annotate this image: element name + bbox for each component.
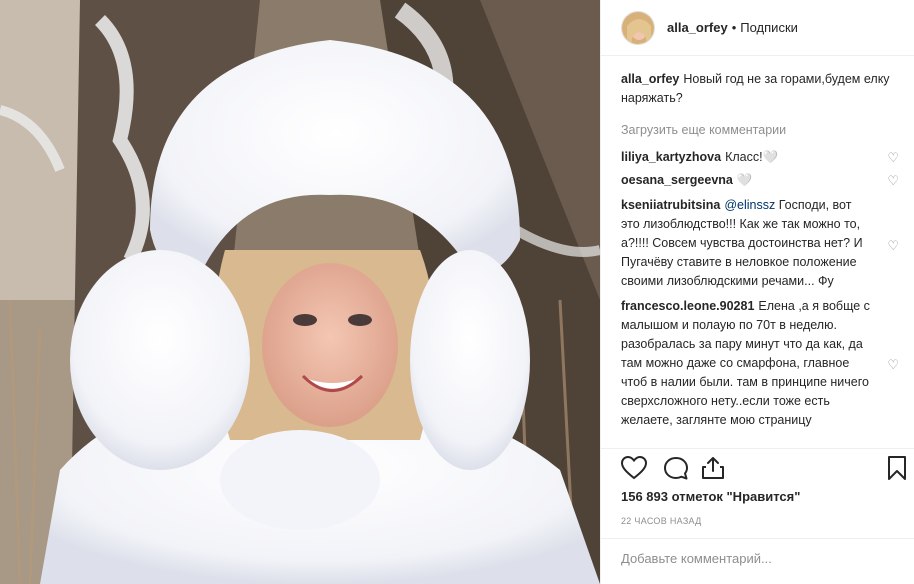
comment-item: francesco.leone.90281 Елена ,а я вобще с … bbox=[621, 297, 899, 430]
comment-text: Елена ,а я вобще с малышом и полаую по 7… bbox=[621, 299, 870, 427]
like-comment-heart-icon[interactable]: ♡ bbox=[887, 148, 899, 167]
follow-status-button[interactable]: Подписки bbox=[740, 20, 798, 35]
comment-username[interactable]: francesco.leone.90281 bbox=[621, 299, 754, 313]
comment-item: oesana_sergeevna 🤍 ♡ bbox=[621, 171, 899, 190]
comment-text: 🤍 bbox=[736, 173, 753, 187]
likes-count[interactable]: 156 893 отметок "Нравится" bbox=[621, 489, 800, 504]
avatar-image bbox=[622, 11, 654, 44]
caption-username[interactable]: alla_orfey bbox=[621, 72, 679, 86]
comment-text: Класс!🤍 bbox=[725, 150, 779, 164]
comment-item: kseniiatrubitsina @elinssz Господи, вот э… bbox=[621, 196, 899, 291]
like-comment-heart-icon[interactable]: ♡ bbox=[887, 236, 899, 255]
header-username[interactable]: alla_orfey bbox=[667, 20, 728, 35]
like-comment-heart-icon[interactable]: ♡ bbox=[887, 171, 899, 190]
header-separator: • bbox=[731, 20, 737, 35]
post-sidebar: alla_orfey • Подписки alla_orfey Новый го… bbox=[600, 0, 914, 584]
comment-mention[interactable]: @elinssz bbox=[724, 198, 775, 212]
comment-username[interactable]: oesana_sergeevna bbox=[621, 173, 733, 187]
bookmark-icon[interactable] bbox=[887, 456, 907, 485]
comment-icon[interactable] bbox=[663, 456, 689, 485]
comment-item: liliya_kartyzhova Класс!🤍 ♡ bbox=[621, 148, 899, 167]
divider bbox=[601, 448, 914, 449]
comment-username[interactable]: kseniiatrubitsina bbox=[621, 198, 720, 212]
share-icon[interactable] bbox=[701, 456, 725, 485]
load-more-comments-button[interactable]: Загрузить еще комментарии bbox=[621, 121, 899, 140]
post-timestamp: 22 ЧАСОВ НАЗАД bbox=[621, 516, 702, 526]
comments-list[interactable]: alla_orfey Новый год не за горами,будем е… bbox=[601, 56, 914, 448]
comment-username[interactable]: liliya_kartyzhova bbox=[621, 150, 721, 164]
avatar[interactable] bbox=[621, 10, 655, 45]
photo-illustration bbox=[0, 0, 600, 584]
post-caption: alla_orfey Новый год не за горами,будем е… bbox=[621, 70, 899, 108]
post-photo[interactable] bbox=[0, 0, 600, 584]
heart-icon[interactable] bbox=[620, 455, 648, 485]
add-comment-input[interactable]: Добавьте комментарий... bbox=[621, 551, 772, 566]
post-actions bbox=[620, 455, 907, 485]
like-comment-heart-icon[interactable]: ♡ bbox=[887, 355, 899, 374]
post-header: alla_orfey • Подписки bbox=[601, 0, 914, 56]
divider bbox=[601, 538, 914, 539]
